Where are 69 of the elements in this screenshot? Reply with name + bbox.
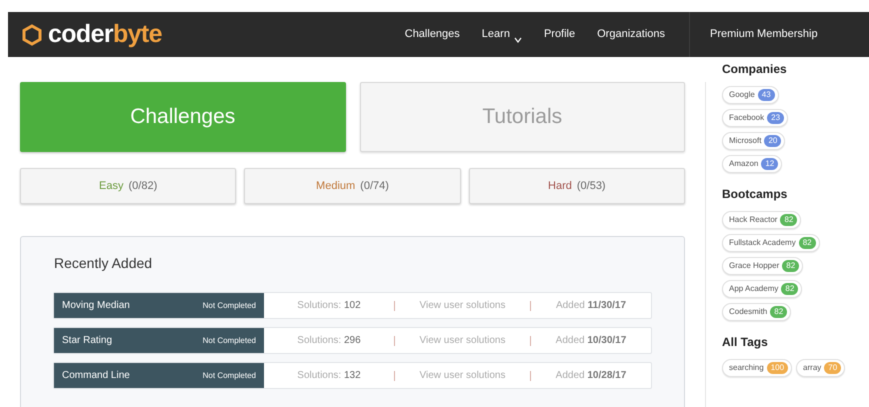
- count-badge: 82: [798, 237, 816, 249]
- hexagon-logo-icon: [22, 24, 42, 46]
- tag-chip[interactable]: Amazon 12: [722, 155, 782, 173]
- count-badge: 23: [767, 112, 784, 124]
- count-badge: 82: [781, 283, 798, 295]
- tag-label: Google: [729, 89, 755, 101]
- logo[interactable]: coderbyte: [48, 22, 162, 47]
- tag-label: Facebook: [729, 112, 764, 124]
- tag-chip[interactable]: array 70: [796, 359, 846, 377]
- tag-label: App Academy: [729, 283, 778, 295]
- count-badge: 82: [780, 214, 798, 226]
- tag-chip[interactable]: Microsoft 20: [722, 132, 786, 150]
- challenge-row[interactable]: Command Line Not Completed Solutions: 132 View user solutions Added 10/28/17: [53, 362, 652, 389]
- tag-chip[interactable]: Facebook 23: [722, 109, 788, 127]
- count-badge: 82: [782, 260, 800, 272]
- tag-chip[interactable]: Codesmith 82: [722, 303, 792, 321]
- count-badge: 70: [824, 362, 842, 374]
- solutions-count: Solutions: 296: [296, 334, 362, 348]
- count-badge: 82: [770, 306, 788, 318]
- difficulty-button[interactable]: Hard (0/53): [468, 168, 685, 204]
- added-date: Added 11/30/17: [554, 299, 628, 313]
- tag-label: searching: [729, 362, 764, 374]
- chevron-down-icon: [514, 36, 522, 43]
- challenge-name: Command Line: [62, 369, 130, 383]
- nav-link[interactable]: Learn: [482, 26, 522, 43]
- difficulty-label: Hard: [548, 178, 572, 194]
- added-date: Added 10/28/17: [554, 369, 628, 383]
- tag-label: Grace Hopper: [729, 260, 780, 272]
- section-title: Companies: [722, 61, 788, 78]
- challenge-count: (0/74): [360, 178, 389, 194]
- tag-label: Codesmith: [729, 306, 768, 318]
- section-title: Bootcamps: [722, 186, 788, 203]
- tag-chip[interactable]: Fullstack Academy 82: [722, 234, 820, 252]
- challenge-row[interactable]: Moving Median Not Completed Solutions: 102 View user solutions Added 11/30/17: [53, 292, 652, 319]
- difficulty-button[interactable]: Medium (0/74): [244, 168, 461, 204]
- challenge-name: Star Rating: [62, 334, 112, 348]
- tag-chip[interactable]: Grace Hopper 82: [722, 257, 804, 275]
- count-badge: 100: [766, 362, 788, 374]
- nav-link[interactable]: Organizations: [597, 26, 665, 43]
- tag-chip[interactable]: Hack Reactor 82: [722, 211, 802, 229]
- count-badge: 43: [758, 89, 775, 101]
- nav-link[interactable]: Premium Membership: [710, 26, 818, 43]
- difficulty-button[interactable]: Easy (0/82): [20, 168, 236, 204]
- tag-chip[interactable]: searching 100: [722, 359, 792, 377]
- nav-link[interactable]: Challenges: [404, 26, 460, 43]
- tag-label: Fullstack Academy: [729, 237, 796, 249]
- difficulty-label: Medium: [316, 178, 356, 194]
- challenge-name: Moving Median: [62, 299, 130, 313]
- nav-link[interactable]: Profile: [544, 26, 576, 43]
- tag-chip[interactable]: App Academy 82: [722, 280, 802, 298]
- tag-chip[interactable]: Google 43: [722, 86, 779, 104]
- tag-label: Microsoft: [729, 135, 762, 147]
- solutions-count: Solutions: 102: [296, 299, 362, 313]
- added-date: Added 10/30/17: [554, 334, 628, 348]
- count-badge: 12: [761, 158, 778, 170]
- count-badge: 20: [764, 135, 782, 147]
- difficulty-label: Easy: [99, 178, 124, 194]
- tag-label: Amazon: [729, 158, 758, 170]
- section-title: Recently Added: [54, 254, 154, 273]
- challenge-count: (0/82): [128, 178, 158, 194]
- section-title: All Tags: [722, 334, 769, 351]
- tag-label: Hack Reactor: [729, 214, 778, 226]
- tag-label: array: [803, 362, 822, 374]
- challenge-row[interactable]: Star Rating Not Completed Solutions: 296 View user solutions Added 10/30/17: [53, 327, 652, 354]
- solutions-count: Solutions: 132: [296, 369, 362, 383]
- status-label: Not Completed: [202, 370, 256, 382]
- status-label: Not Completed: [202, 300, 256, 312]
- challenge-count: (0/53): [576, 178, 606, 194]
- status-label: Not Completed: [202, 334, 256, 346]
